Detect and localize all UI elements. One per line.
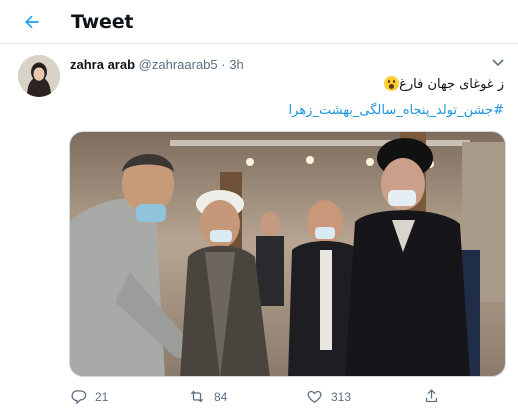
reply-button[interactable]: 21	[70, 388, 108, 405]
author-handle[interactable]: @zahraarab5	[139, 57, 218, 72]
like-button[interactable]: 313	[306, 388, 351, 405]
tweet-time[interactable]: 3h	[229, 57, 243, 72]
author-name[interactable]: zahra arab	[70, 57, 135, 72]
tweet-actions: 21 84 313	[0, 385, 518, 409]
back-button[interactable]	[17, 8, 47, 36]
tweet: zahra arab @zahraarab5 · 3h ز غوغای جهان…	[0, 45, 518, 412]
page-title: Tweet	[71, 11, 134, 33]
share-icon	[425, 389, 438, 403]
reply-icon	[71, 390, 87, 405]
meta-separator: ·	[221, 57, 226, 72]
retweet-icon	[190, 390, 204, 403]
astonished-face-emoji-icon	[384, 76, 400, 91]
share-button[interactable]	[423, 388, 440, 405]
more-options-button[interactable]	[490, 55, 506, 69]
avatar[interactable]	[18, 55, 60, 97]
retweet-button[interactable]: 84	[188, 388, 227, 405]
arrow-left-icon	[25, 15, 39, 29]
tweet-header: Tweet	[0, 0, 518, 44]
photo-image	[70, 132, 505, 376]
tweet-photo[interactable]	[69, 131, 506, 377]
tweet-text-body: ز غوغای جهان فارغ	[399, 77, 504, 92]
hashtag-link[interactable]: #جشن_تولد_پنجاه_سالگی_بهشت_زهرا	[289, 103, 504, 118]
reply-count: 21	[95, 389, 109, 404]
retweet-count: 84	[214, 389, 228, 404]
heart-icon	[307, 390, 322, 403]
author-line: zahra arab @zahraarab5 · 3h	[70, 57, 244, 72]
like-count: 313	[331, 389, 352, 404]
tweet-text: ز غوغای جهان فارغ	[381, 76, 504, 92]
chevron-down-icon	[492, 59, 504, 67]
